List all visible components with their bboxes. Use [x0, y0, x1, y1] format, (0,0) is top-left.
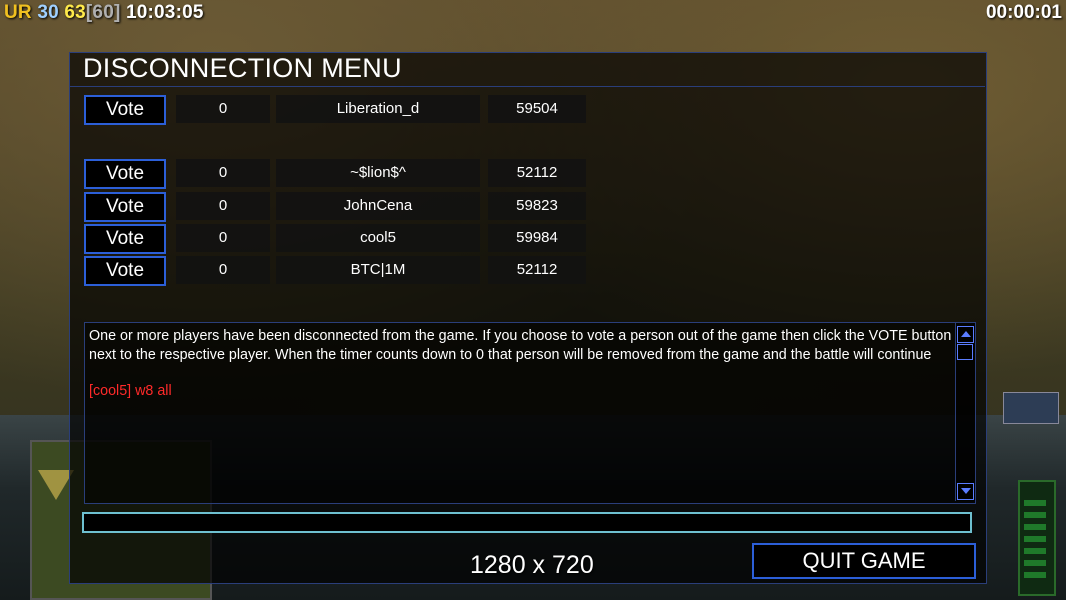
arrow-down-icon — [961, 488, 971, 494]
title-divider — [69, 86, 985, 87]
player-ping: 59823 — [488, 192, 586, 220]
power-meter-bar — [1024, 572, 1046, 578]
player-ping: 52112 — [488, 159, 586, 187]
player-name: Liberation_d — [276, 95, 480, 123]
player-name: ~$lion$^ — [276, 159, 480, 187]
player-ping: 59504 — [488, 95, 586, 123]
power-meter-bar — [1024, 548, 1046, 554]
hud-fps: 30 — [37, 2, 59, 23]
vote-count: 0 — [176, 159, 270, 187]
disconnect-info-text: One or more players have been disconnect… — [89, 328, 952, 363]
hud-label: UR — [4, 2, 32, 23]
arrow-up-icon — [961, 331, 971, 337]
vote-count: 0 — [176, 95, 270, 123]
power-meter-bar — [1024, 560, 1046, 566]
scroll-thumb[interactable] — [957, 344, 973, 360]
satellite-icon — [1003, 392, 1059, 424]
power-meter-bar — [1024, 536, 1046, 542]
player-name: cool5 — [276, 224, 480, 252]
vote-count: 0 — [176, 256, 270, 284]
player-ping: 59984 — [488, 224, 586, 252]
chat-input[interactable] — [82, 512, 972, 533]
player-name: JohnCena — [276, 192, 480, 220]
power-meter-bar — [1024, 500, 1046, 506]
power-meter-bar — [1024, 512, 1046, 518]
scroll-up-button[interactable] — [957, 326, 974, 343]
vote-button[interactable]: Vote — [84, 192, 166, 222]
hud-stats: UR 30 63[60] 10:03:05 — [4, 2, 204, 24]
game-timer: 00:00:01 — [985, 2, 1062, 23]
vote-button[interactable]: Vote — [84, 224, 166, 254]
scroll-down-button[interactable] — [957, 483, 974, 500]
player-name: BTC|1M — [276, 256, 480, 284]
vote-button[interactable]: Vote — [84, 159, 166, 189]
hud-value: 63 — [64, 2, 86, 23]
dialog-title: DISCONNECTION MENU — [83, 53, 402, 83]
hud-clock: 10:03:05 — [125, 2, 204, 23]
power-meter-bar — [1024, 524, 1046, 530]
chat-message: [cool5] w8 all — [89, 383, 172, 399]
player-ping: 52112 — [488, 256, 586, 284]
vote-button[interactable]: Vote — [84, 256, 166, 286]
vote-count: 0 — [176, 224, 270, 252]
quit-game-button[interactable]: QUIT GAME — [752, 543, 976, 579]
vote-button[interactable]: Vote — [84, 95, 166, 125]
resolution-label: 1280 x 720 — [470, 551, 594, 579]
vote-count: 0 — [176, 192, 270, 220]
disconnection-dialog — [69, 52, 987, 584]
hud-value-max: [60] — [85, 2, 121, 23]
